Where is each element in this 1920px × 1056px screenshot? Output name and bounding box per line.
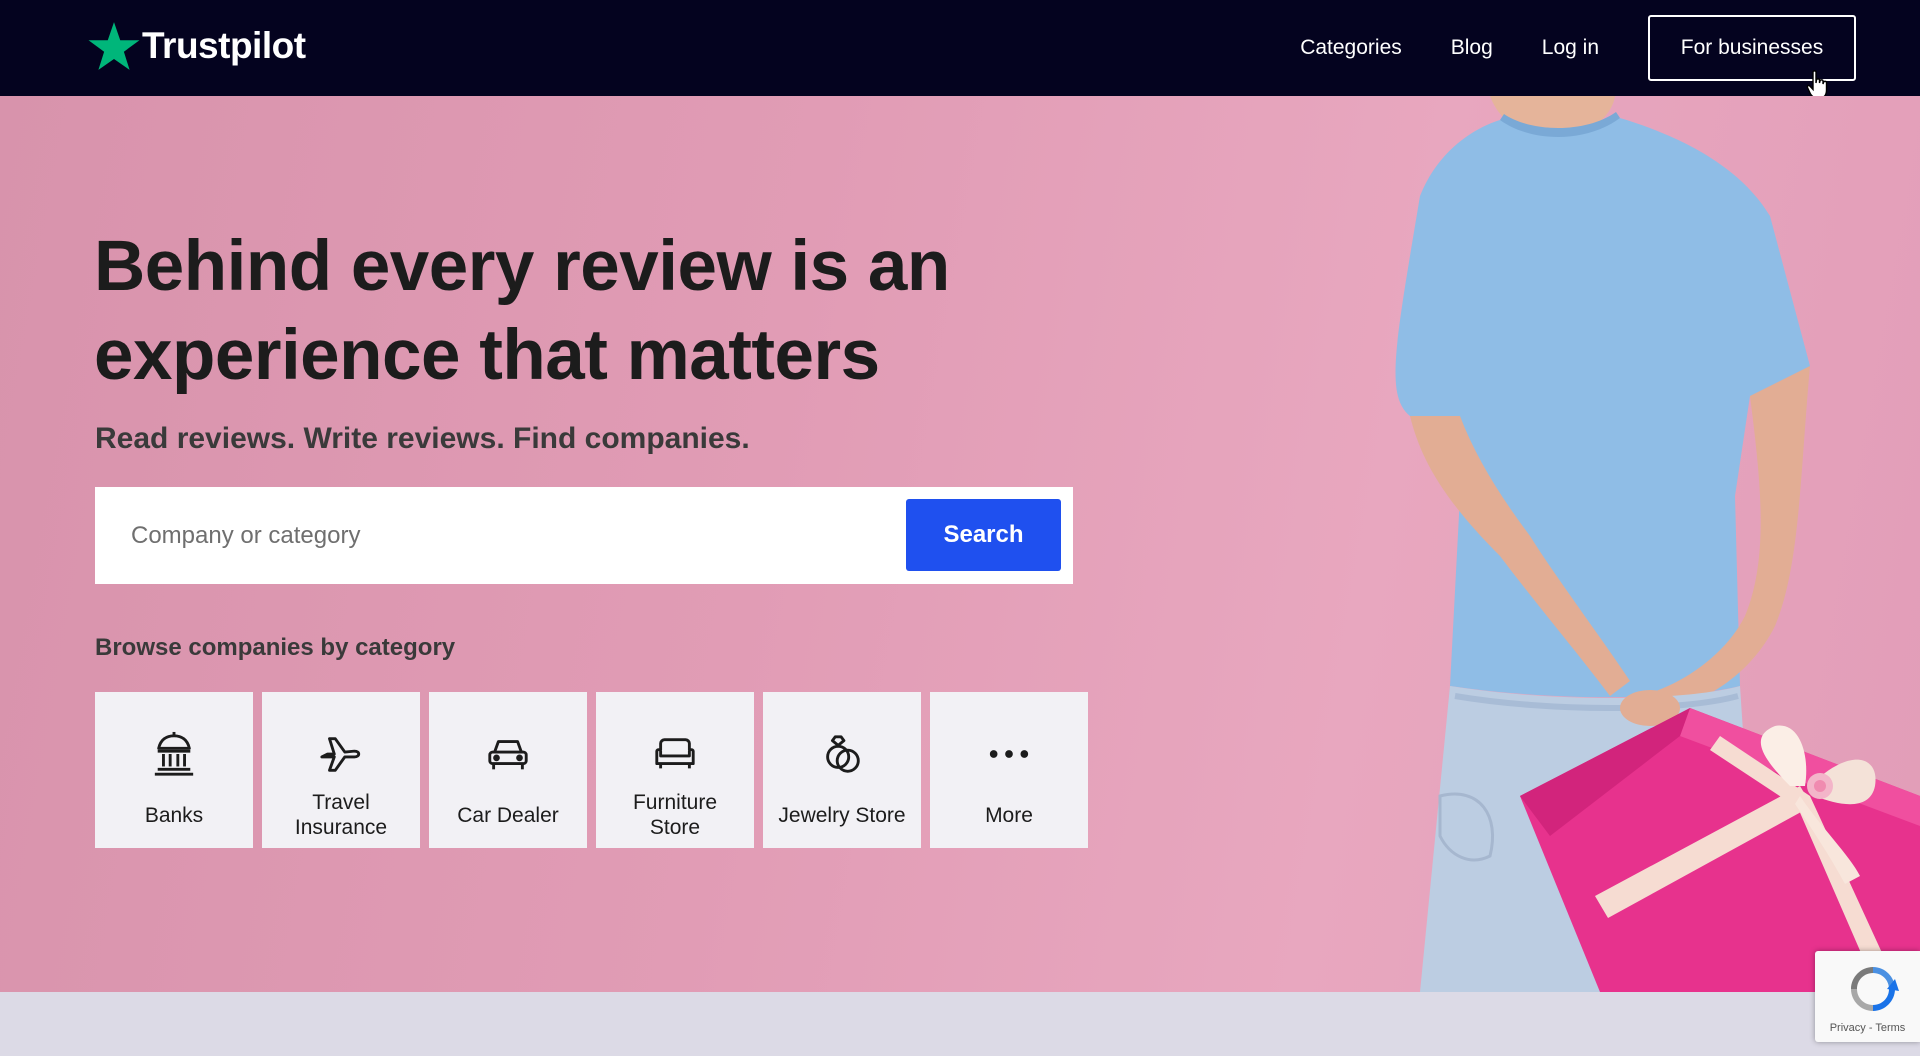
trustpilot-logo[interactable]: Trustpilot — [88, 14, 306, 78]
category-tile-car-dealer[interactable]: Car Dealer — [429, 692, 587, 848]
nav-link-login[interactable]: Log in — [1542, 36, 1599, 60]
category-label: Furniture Store — [632, 791, 718, 839]
car-icon — [484, 730, 532, 778]
hero-person-with-gift-image — [1395, 96, 1920, 992]
category-tile-more[interactable]: More — [930, 692, 1088, 848]
nav-link-blog[interactable]: Blog — [1451, 36, 1493, 60]
logo-wordmark: Trustpilot — [142, 25, 306, 66]
hero-section: Behind every review is an experience tha… — [0, 96, 1920, 992]
sofa-icon — [651, 730, 699, 778]
category-tile-jewelry-store[interactable]: Jewelry Store — [763, 692, 921, 848]
nav-links: Categories Blog Log in For businesses — [1251, 0, 1856, 96]
recaptcha-privacy-link[interactable]: Privacy — [1830, 1022, 1866, 1034]
search-bar: Search — [95, 487, 1073, 584]
star-logo-icon — [88, 22, 140, 70]
recaptcha-links: Privacy - Terms — [1815, 1022, 1920, 1034]
recaptcha-icon — [1851, 967, 1899, 1011]
hero-headline: Behind every review is an experience tha… — [94, 227, 950, 395]
more-dots-icon — [985, 730, 1033, 778]
nav-link-categories[interactable]: Categories — [1300, 36, 1402, 60]
browse-categories-title: Browse companies by category — [95, 634, 456, 661]
category-tile-travel-insurance[interactable]: Travel Insurance — [262, 692, 420, 848]
bank-icon — [150, 730, 198, 778]
category-tile-furniture-store[interactable]: Furniture Store — [596, 692, 754, 848]
recaptcha-terms-link[interactable]: Terms — [1875, 1022, 1905, 1034]
category-tile-banks[interactable]: Banks — [95, 692, 253, 848]
category-tiles: Banks Travel Insurance Car Dealer Furnit… — [95, 692, 1097, 848]
recaptcha-separator: - — [1868, 1022, 1873, 1034]
airplane-icon — [317, 730, 365, 778]
search-button[interactable]: Search — [906, 499, 1061, 571]
category-label: Car Dealer — [457, 803, 559, 827]
ring-icon — [818, 730, 866, 778]
category-label: Travel Insurance — [294, 791, 388, 839]
category-label: Jewelry Store — [778, 803, 906, 827]
next-section-band — [0, 992, 1920, 1056]
recaptcha-badge[interactable]: Privacy - Terms — [1815, 951, 1920, 1042]
company-search-input[interactable] — [95, 487, 895, 584]
category-label: More — [985, 803, 1033, 827]
hero-subheadline: Read reviews. Write reviews. Find compan… — [95, 422, 750, 455]
top-navigation: Trustpilot Categories Blog Log in For bu… — [0, 0, 1920, 96]
category-label: Banks — [144, 803, 204, 827]
